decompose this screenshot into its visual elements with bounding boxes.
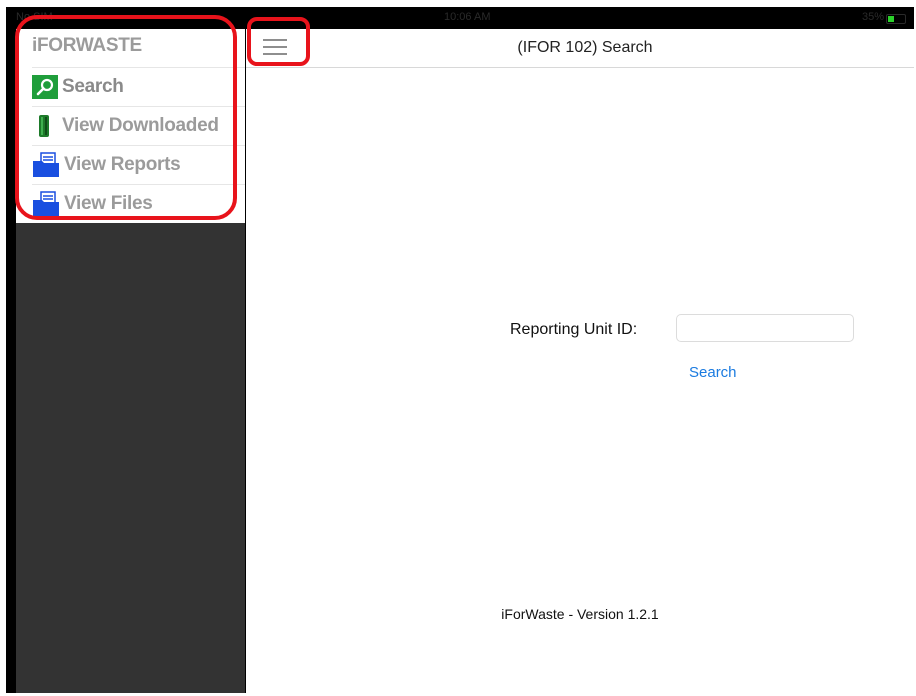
search-button[interactable]: Search <box>689 364 737 381</box>
sidebar-item-label: View Downloaded <box>62 115 219 136</box>
version-label: iForWaste - Version 1.2.1 <box>501 606 659 622</box>
sidebar-item-label: Search <box>62 76 124 97</box>
sidebar-item-view-files[interactable]: View Files <box>32 184 245 223</box>
sidebar-item-label: View Files <box>64 193 153 214</box>
page-title: (IFOR 102) Search <box>517 39 653 56</box>
status-time: 10:06 AM <box>444 11 491 23</box>
download-icon <box>38 114 50 138</box>
search-icon <box>32 75 58 99</box>
app-title: iFORWASTE <box>32 35 142 56</box>
sidebar-item-label: View Reports <box>64 154 181 175</box>
folder-icon <box>32 152 62 178</box>
sidebar-menu: iFORWASTE Search View Downloaded View Re… <box>16 29 245 223</box>
sidebar-item-view-downloaded[interactable]: View Downloaded <box>32 106 245 145</box>
sidebar-item-view-reports[interactable]: View Reports <box>32 145 245 184</box>
sidebar-item-search[interactable]: Search <box>32 67 245 106</box>
sidebar: iFORWASTE Search View Downloaded View Re… <box>16 29 245 693</box>
battery-icon <box>886 14 906 24</box>
nav-bar: (IFOR 102) Search <box>246 29 914 68</box>
status-bar: No SIM 10:06 AM 35% <box>6 7 914 29</box>
battery-percent: 35% <box>862 11 885 23</box>
folder-icon <box>32 191 62 217</box>
carrier-label: No SIM <box>16 11 53 23</box>
reporting-unit-id-input[interactable] <box>676 314 854 342</box>
main-content: (IFOR 102) Search Reporting Unit ID: Sea… <box>246 29 914 693</box>
reporting-unit-id-label: Reporting Unit ID: <box>510 321 638 338</box>
